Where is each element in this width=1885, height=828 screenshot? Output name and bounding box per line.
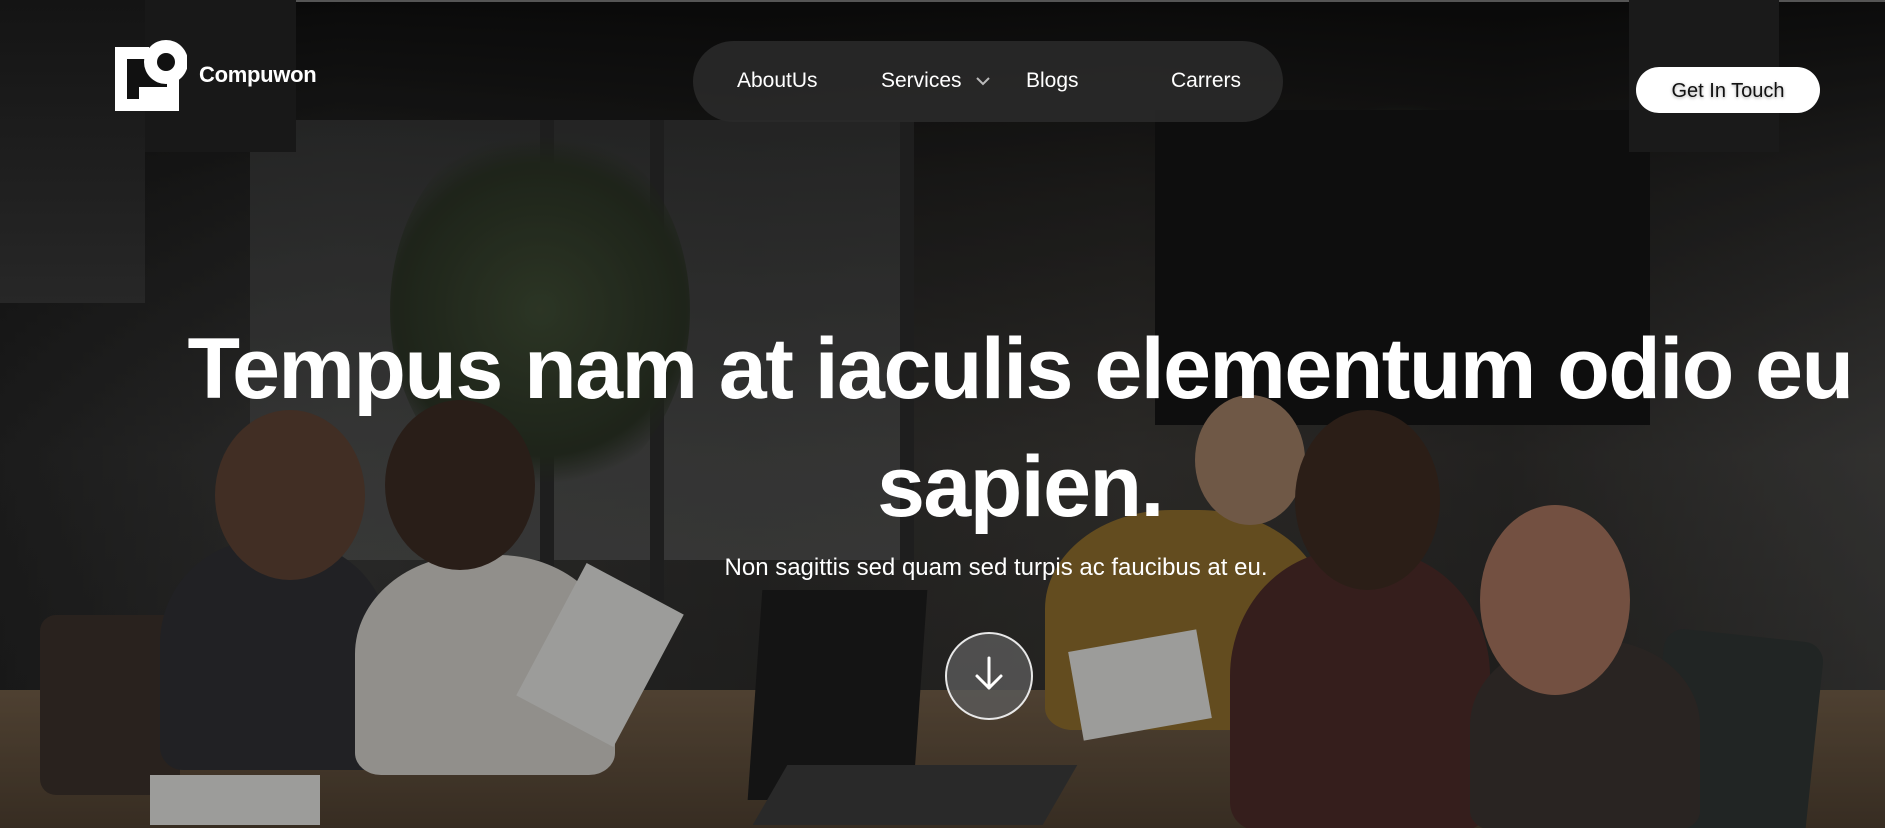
- brand-logo[interactable]: Compuwon: [115, 39, 317, 111]
- get-in-touch-button[interactable]: Get In Touch: [1636, 67, 1820, 113]
- main-nav: AboutUs Services Blogs Carrers: [693, 41, 1283, 122]
- nav-item-services[interactable]: Services: [881, 69, 962, 93]
- brand-name: Compuwon: [199, 62, 317, 87]
- nav-item-careers[interactable]: Carrers: [1171, 69, 1241, 93]
- chevron-down-icon[interactable]: [975, 74, 991, 86]
- arrow-down-icon: [971, 654, 1007, 699]
- nav-item-about-us[interactable]: AboutUs: [737, 69, 818, 93]
- hero-headline: Tempus nam at iaculis elementum odio eu …: [187, 321, 1854, 535]
- hero-subtitle: Non sagittis sed quam sed turpis ac fauc…: [724, 554, 1268, 581]
- scroll-down-button[interactable]: [945, 632, 1033, 720]
- nav-item-blogs[interactable]: Blogs: [1026, 69, 1079, 93]
- logo-mark-icon: [115, 39, 188, 111]
